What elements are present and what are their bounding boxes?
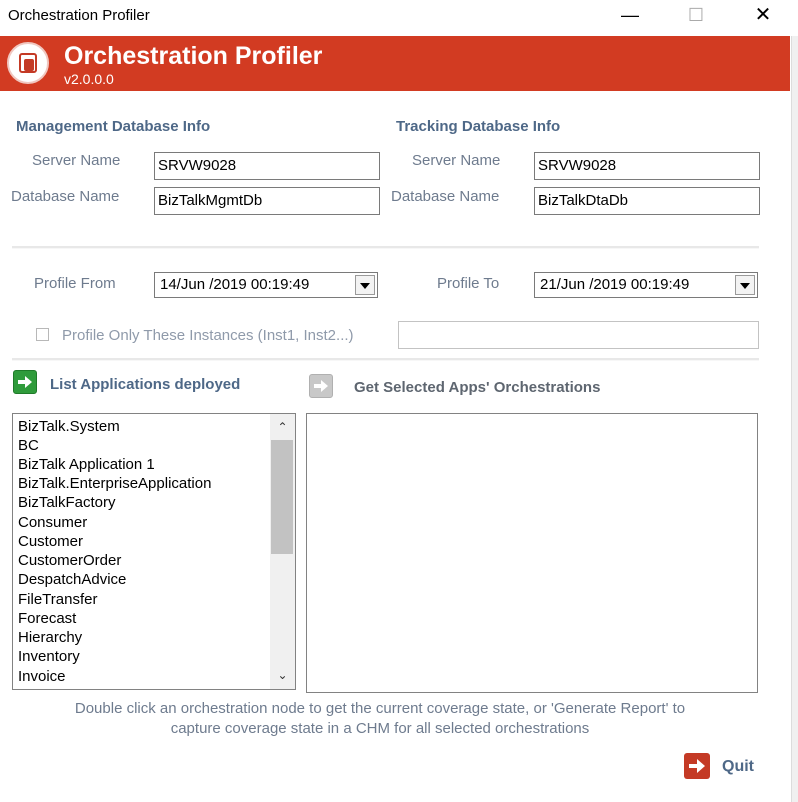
window-edge-strip — [791, 36, 798, 802]
list-item[interactable]: BizTalkFactory — [18, 494, 116, 511]
banner-version: v2.0.0.0 — [64, 71, 114, 87]
red-arrow-exit-icon[interactable] — [684, 753, 710, 779]
profile-instances-checkbox[interactable] — [36, 328, 49, 341]
get-orchestrations-button[interactable]: Get Selected Apps' Orchestrations — [354, 379, 600, 396]
tracking-db-heading: Tracking Database Info — [396, 118, 561, 135]
profile-from-datepicker[interactable]: 14/Jun /2019 00:19:49 — [154, 272, 378, 298]
mgmt-server-input[interactable]: SRVW9028 — [154, 152, 380, 180]
chevron-down-icon[interactable]: ⌄ — [270, 666, 295, 684]
track-database-input[interactable]: BizTalkDtaDb — [534, 187, 760, 215]
track-server-label: Server Name — [412, 152, 501, 169]
usage-hint: Double click an orchestration node to ge… — [30, 699, 730, 739]
close-button[interactable]: ✕ — [740, 0, 786, 30]
management-db-heading: Management Database Info — [16, 118, 211, 135]
list-item[interactable]: Forecast — [18, 610, 76, 627]
list-item[interactable]: Invoice — [18, 668, 66, 685]
window-title: Orchestration Profiler — [8, 7, 150, 24]
section-divider — [12, 358, 759, 361]
gray-arrow-right-icon[interactable] — [309, 374, 333, 398]
chevron-up-icon[interactable]: ⌃ — [270, 418, 295, 436]
usage-hint-line-1: Double click an orchestration node to ge… — [74, 700, 686, 717]
profile-from-label: Profile From — [34, 275, 116, 292]
usage-hint-line-2: capture coverage state in a CHM for all … — [170, 720, 590, 737]
list-item[interactable]: BC — [18, 437, 39, 454]
list-item[interactable]: Inventory — [18, 648, 80, 665]
quit-button[interactable]: Quit — [722, 758, 754, 776]
logo-block-shape — [24, 59, 34, 71]
mgmt-database-label: Database Name — [11, 188, 120, 205]
track-server-input[interactable]: SRVW9028 — [534, 152, 760, 180]
section-divider — [12, 246, 759, 249]
list-item[interactable]: DespatchAdvice — [18, 571, 126, 588]
applications-listbox[interactable]: BizTalk.System BC BizTalk Application 1 … — [12, 413, 296, 690]
list-item[interactable]: CustomerOrder — [18, 552, 121, 569]
list-item[interactable]: FileTransfer — [18, 591, 97, 608]
profile-to-value: 21/Jun /2019 00:19:49 — [540, 276, 690, 293]
chevron-down-icon[interactable] — [735, 275, 755, 295]
list-applications-button[interactable]: List Applications deployed — [50, 376, 240, 393]
list-item[interactable]: BizTalk.System — [18, 418, 120, 435]
track-database-label: Database Name — [391, 188, 500, 205]
profile-instances-input[interactable] — [398, 321, 759, 349]
green-arrow-right-icon[interactable] — [13, 370, 37, 394]
maximize-button[interactable]: ☐ — [673, 0, 719, 30]
mgmt-server-label: Server Name — [32, 152, 121, 169]
profile-to-datepicker[interactable]: 21/Jun /2019 00:19:49 — [534, 272, 758, 298]
list-item[interactable]: Hierarchy — [18, 629, 82, 646]
list-item[interactable]: Customer — [18, 533, 83, 550]
banner-title: Orchestration Profiler — [64, 42, 323, 70]
orchestration-logo-icon — [7, 42, 49, 84]
chevron-down-icon[interactable] — [355, 275, 375, 295]
list-item[interactable]: Consumer — [18, 514, 87, 531]
profile-to-label: Profile To — [437, 275, 500, 292]
list-item[interactable]: BizTalk.EnterpriseApplication — [18, 475, 211, 492]
profile-instances-label: Profile Only These Instances (Inst1, Ins… — [62, 327, 354, 344]
orchestrations-tree[interactable] — [306, 413, 758, 693]
scrollbar-thumb[interactable] — [271, 440, 293, 554]
list-item[interactable]: BizTalk Application 1 — [18, 456, 155, 473]
mgmt-database-input[interactable]: BizTalkMgmtDb — [154, 187, 380, 215]
minimize-button[interactable]: — — [607, 0, 653, 30]
profile-from-value: 14/Jun /2019 00:19:49 — [160, 276, 310, 293]
